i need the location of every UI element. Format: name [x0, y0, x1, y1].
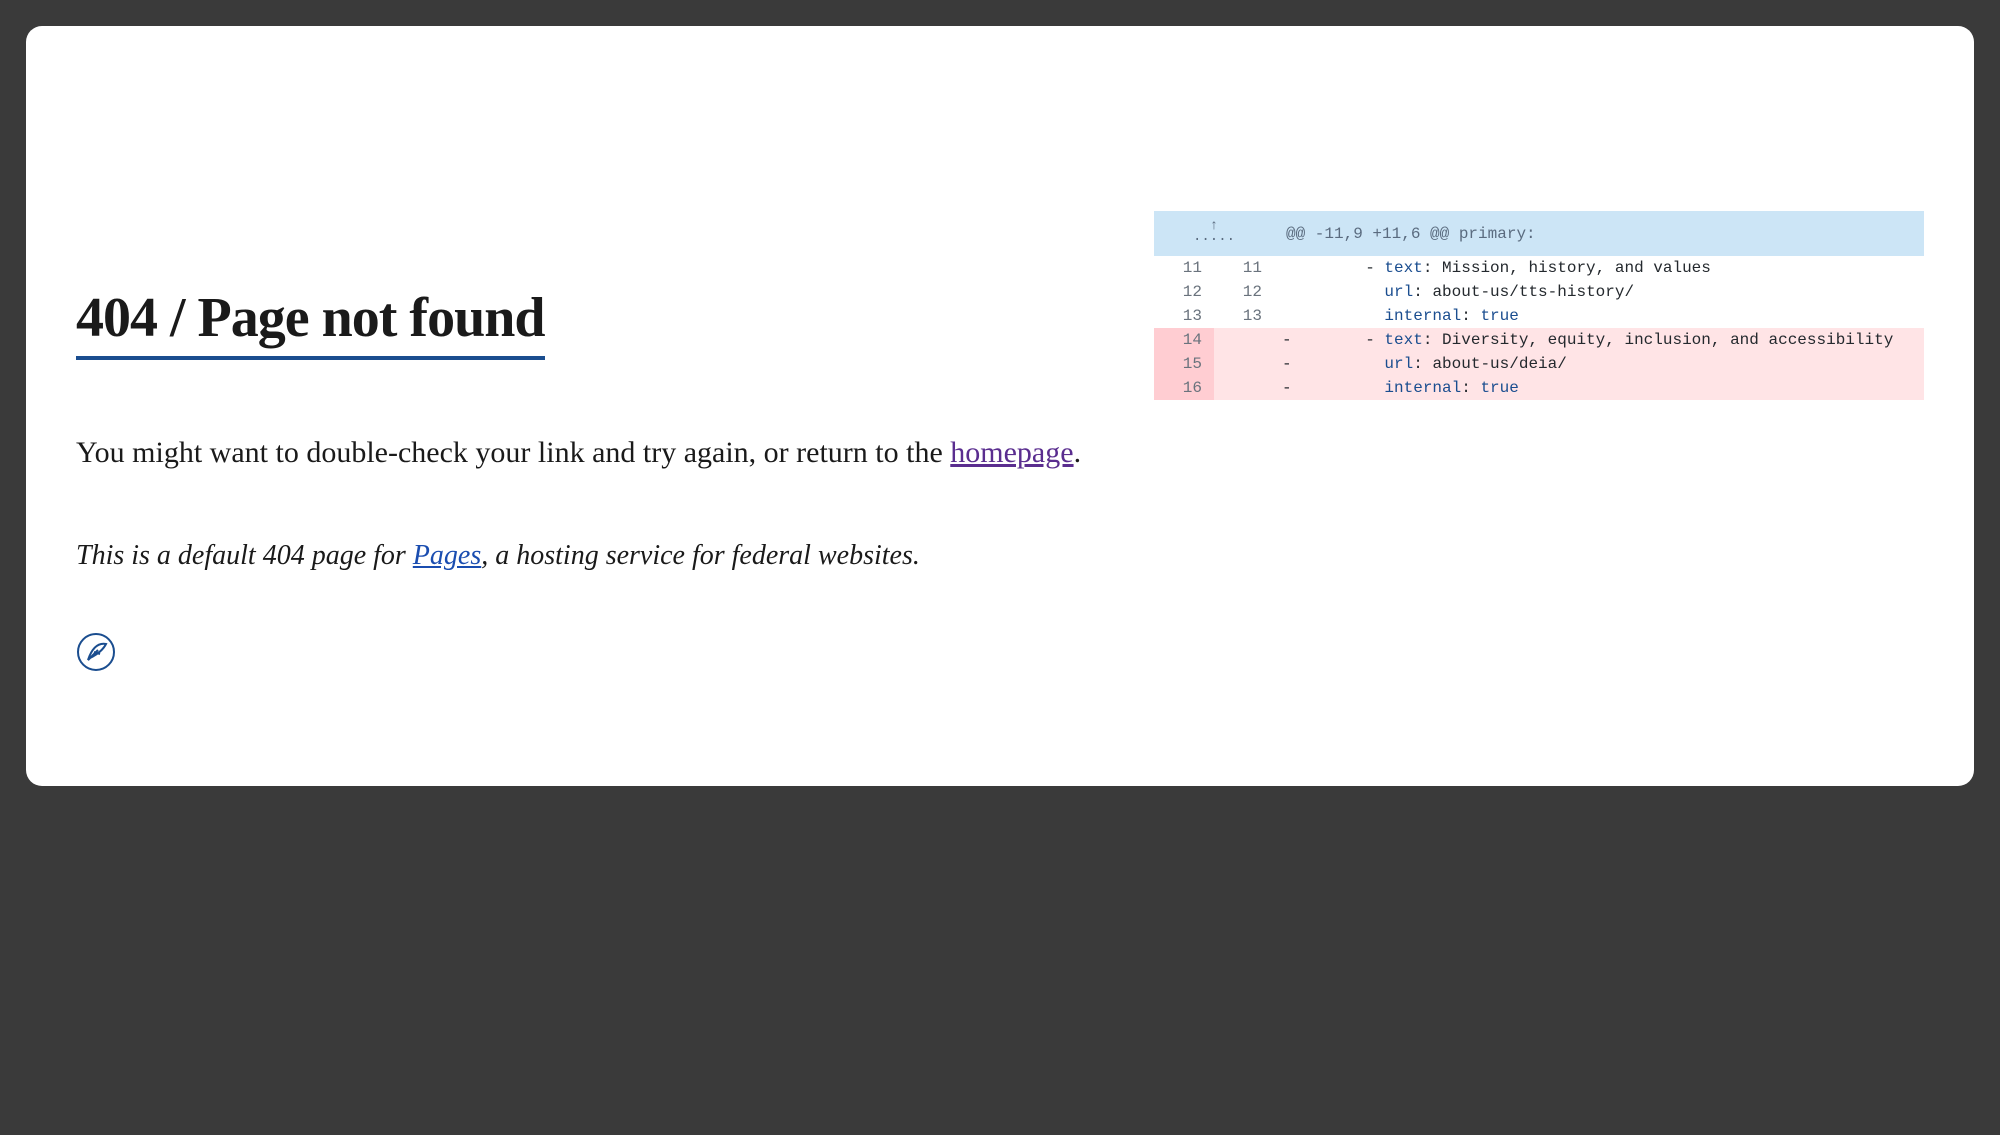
diff-marker: - — [1274, 328, 1300, 352]
subtitle-after: . — [1074, 436, 1082, 469]
note-after: , a hosting service for federal websites… — [481, 540, 920, 571]
diff-content: url: about-us/deia/ — [1300, 352, 1924, 376]
diff-marker: - — [1274, 376, 1300, 400]
line-number-right: 12 — [1214, 280, 1274, 304]
line-number-right: 11 — [1214, 256, 1274, 280]
content-wrapper: ↑····· @@ -11,9 +11,6 @@ primary: 1111 -… — [76, 76, 1924, 677]
line-number-left: 16 — [1154, 376, 1214, 400]
note-before: This is a default 404 page for — [76, 540, 413, 571]
subtitle-text: You might want to double-check your link… — [76, 430, 1924, 475]
diff-row: 15 - url: about-us/deia/ — [1154, 352, 1924, 376]
expand-up-icon: ↑····· — [1193, 219, 1235, 247]
diff-hunk-header: ↑····· @@ -11,9 +11,6 @@ primary: — [1154, 211, 1924, 256]
diff-row: 16 - internal: true — [1154, 376, 1924, 400]
diff-row: 1111 - text: Mission, history, and value… — [1154, 256, 1924, 280]
diff-content: - text: Mission, history, and values — [1300, 256, 1924, 280]
note-text: This is a default 404 page for Pages, a … — [76, 535, 1924, 577]
page-title: 404 / Page not found — [76, 286, 545, 360]
line-number-left: 12 — [1154, 280, 1214, 304]
line-number-right — [1214, 352, 1274, 376]
diff-content: url: about-us/tts-history/ — [1300, 280, 1924, 304]
line-number-right — [1214, 328, 1274, 352]
diff-row: 1212 url: about-us/tts-history/ — [1154, 280, 1924, 304]
line-number-right: 13 — [1214, 304, 1274, 328]
diff-marker — [1274, 280, 1300, 304]
line-number-left: 11 — [1154, 256, 1214, 280]
feather-icon — [76, 632, 116, 672]
diff-content: internal: true — [1300, 376, 1924, 400]
line-number-left: 14 — [1154, 328, 1214, 352]
homepage-link[interactable]: homepage — [950, 436, 1073, 469]
line-number-right — [1214, 376, 1274, 400]
subtitle-before: You might want to double-check your link… — [76, 436, 950, 469]
pages-link[interactable]: Pages — [413, 540, 481, 571]
diff-marker — [1274, 304, 1300, 328]
diff-hunk-text: @@ -11,9 +11,6 @@ primary: — [1274, 211, 1924, 256]
diff-marker: - — [1274, 352, 1300, 376]
diff-content: internal: true — [1300, 304, 1924, 328]
diff-row: 1313 internal: true — [1154, 304, 1924, 328]
line-number-left: 13 — [1154, 304, 1214, 328]
line-number-left: 15 — [1154, 352, 1214, 376]
diff-table: ↑····· @@ -11,9 +11,6 @@ primary: 1111 -… — [1154, 211, 1924, 400]
diff-row: 14 - - text: Diversity, equity, inclusion… — [1154, 328, 1924, 352]
diff-marker — [1274, 256, 1300, 280]
diff-expand-button[interactable]: ↑····· — [1154, 211, 1274, 256]
diff-content: - text: Diversity, equity, inclusion, an… — [1300, 328, 1924, 352]
page-container: ↑····· @@ -11,9 +11,6 @@ primary: 1111 -… — [26, 26, 1974, 786]
